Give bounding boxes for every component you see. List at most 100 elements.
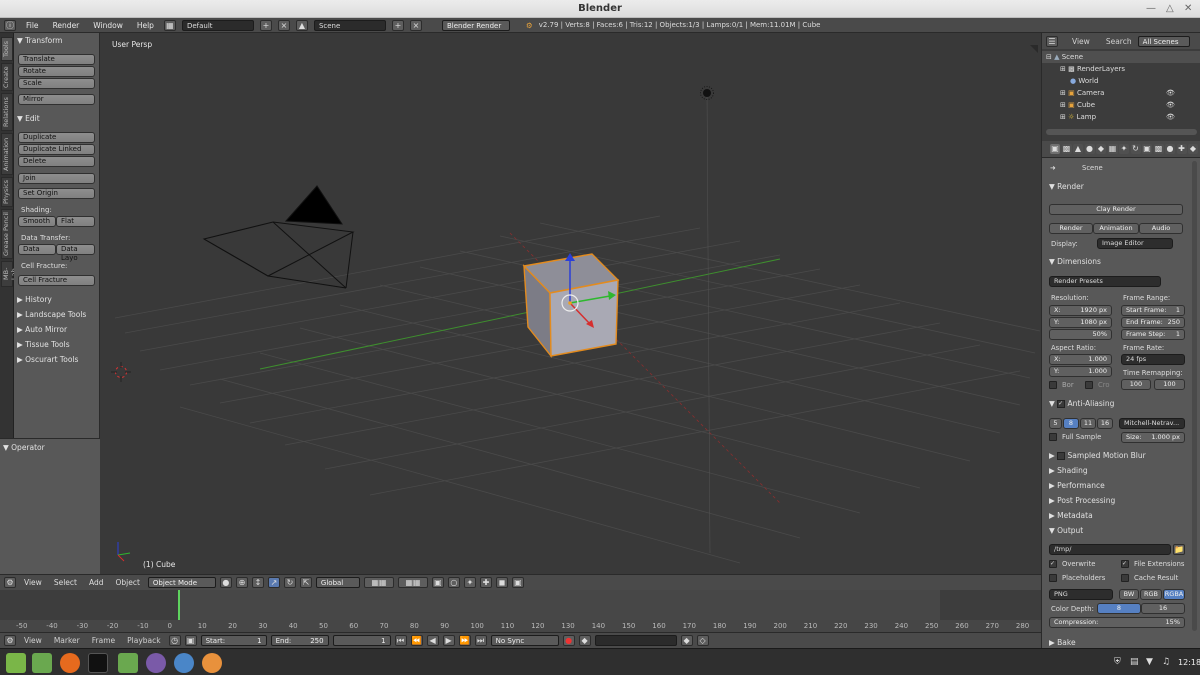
- panel-history[interactable]: ▶ History: [17, 295, 52, 304]
- timeline-menu-playback[interactable]: Playback: [123, 636, 164, 645]
- prev-key-icon[interactable]: ⏪: [410, 635, 423, 646]
- 3d-cursor[interactable]: [111, 362, 131, 382]
- start-frame-prop[interactable]: Start Frame: 1: [1121, 305, 1185, 316]
- cube-visibility-icon[interactable]: 👁: [1166, 99, 1175, 111]
- add-scene-icon[interactable]: +: [391, 19, 404, 31]
- lock-icon[interactable]: ▣: [431, 577, 444, 588]
- clay-render-button[interactable]: Clay Render: [1049, 204, 1183, 215]
- full-sample-checkbox[interactable]: [1049, 433, 1057, 441]
- motion-blur-panel-header[interactable]: ▶ Sampled Motion Blur: [1049, 451, 1146, 460]
- properties-scrollbar[interactable]: [1192, 161, 1197, 631]
- props-tab-data-icon[interactable]: ↻: [1130, 144, 1141, 154]
- flat-button[interactable]: Flat: [56, 216, 95, 227]
- volume-icon[interactable]: ♫: [1162, 657, 1170, 667]
- frame-step-prop[interactable]: Frame Step: 1: [1121, 329, 1185, 340]
- outliner-view[interactable]: View: [1072, 37, 1090, 46]
- editor-timeline-icon[interactable]: ⚙: [4, 635, 16, 646]
- tab-create[interactable]: Create: [1, 63, 13, 91]
- context-pin-icon[interactable]: ➜: [1050, 164, 1056, 172]
- compression-slider[interactable]: Compression: 15%: [1049, 617, 1185, 628]
- outliner-search[interactable]: Search: [1106, 37, 1132, 46]
- render-presets-select[interactable]: Render Presets: [1049, 276, 1161, 287]
- shading-mode-icon[interactable]: ●: [219, 577, 232, 588]
- props-tab-texture-icon[interactable]: ▩: [1153, 144, 1164, 154]
- file-extensions-checkbox[interactable]: ✓: [1121, 560, 1129, 568]
- operator-header[interactable]: ▼ Operator: [3, 443, 45, 452]
- files-icon[interactable]: [32, 653, 52, 673]
- jump-start-icon[interactable]: ⏮: [394, 635, 407, 646]
- scale-button[interactable]: Scale: [18, 78, 95, 89]
- render-panel-header[interactable]: ▼ Render: [1049, 182, 1084, 191]
- remove-layout-icon[interactable]: ×: [277, 19, 290, 31]
- crop-checkbox[interactable]: [1085, 381, 1093, 389]
- render-engine-select[interactable]: Blender Render: [441, 19, 510, 31]
- aspect-x-field[interactable]: X: 1.000: [1049, 354, 1112, 365]
- render-button[interactable]: Render: [1049, 223, 1093, 234]
- props-tab-render-layers-icon[interactable]: ▩: [1061, 144, 1072, 154]
- panel-oscurart-tools[interactable]: ▶ Oscurart Tools: [17, 355, 78, 364]
- props-tab-constraints-icon[interactable]: ▦: [1107, 144, 1118, 154]
- maximize-icon[interactable]: △: [1166, 3, 1174, 14]
- folder-taskbar-icon[interactable]: [118, 653, 138, 673]
- res-y-field[interactable]: Y: 1080 px: [1049, 317, 1112, 328]
- camera-visibility-icon[interactable]: 👁: [1166, 87, 1175, 99]
- play-reverse-icon[interactable]: ◀: [426, 635, 439, 646]
- rgba-button[interactable]: RGBA: [1163, 589, 1185, 600]
- menu-object[interactable]: Object: [111, 578, 143, 587]
- rotate-manip-icon[interactable]: ↻: [283, 577, 296, 588]
- obs-icon[interactable]: [146, 653, 166, 673]
- current-frame-marker[interactable]: [178, 590, 180, 622]
- remap-new-field[interactable]: 100: [1154, 379, 1185, 390]
- panel-edit[interactable]: ▼ Edit: [17, 114, 40, 123]
- sync-select[interactable]: No Sync: [490, 635, 559, 646]
- scale-manip-icon[interactable]: ⇱: [299, 577, 312, 588]
- current-frame-field[interactable]: 1: [332, 635, 391, 646]
- timeline-menu-marker[interactable]: Marker: [50, 636, 84, 645]
- outliner-renderlayers[interactable]: ⊞ ▩ RenderLayers: [1042, 63, 1200, 75]
- manipulator-icon[interactable]: ↕: [251, 577, 264, 588]
- translate-manip-icon[interactable]: ↗: [267, 577, 280, 588]
- res-x-field[interactable]: X: 1920 px: [1049, 305, 1112, 316]
- props-tab-modifiers-icon[interactable]: ✦: [1119, 144, 1129, 154]
- outliner-camera[interactable]: ⊞ ▣ Camera 👁: [1042, 87, 1200, 99]
- outliner-cube[interactable]: ⊞ ▣ Cube 👁: [1042, 99, 1200, 111]
- outliner-scene[interactable]: ⊟ ▲ Scene: [1042, 51, 1200, 63]
- fps-select[interactable]: 24 fps: [1121, 354, 1185, 365]
- range-lock-icon[interactable]: ▣: [184, 635, 197, 646]
- camera-render-icon[interactable]: ▣: [511, 577, 524, 588]
- tab-mb-lab[interactable]: MB-Lab: [1, 261, 18, 287]
- preview-range-icon[interactable]: ◷: [168, 635, 181, 646]
- aa-11[interactable]: 11: [1080, 418, 1096, 429]
- rgb-button[interactable]: RGB: [1140, 589, 1162, 600]
- editor-3d-icon[interactable]: ⚙: [4, 577, 16, 588]
- end-frame-prop[interactable]: End Frame: 250: [1121, 317, 1185, 328]
- join-button[interactable]: Join: [18, 173, 95, 184]
- minimize-icon[interactable]: —: [1146, 3, 1156, 14]
- duplicate-button[interactable]: Duplicate: [18, 132, 95, 143]
- panel-transform[interactable]: ▼ Transform: [17, 36, 62, 45]
- panel-landscape-tools[interactable]: ▶ Landscape Tools: [17, 310, 86, 319]
- file-format-select[interactable]: PNG: [1049, 589, 1113, 600]
- performance-panel-header[interactable]: ▶ Performance: [1049, 481, 1105, 490]
- firefox-icon[interactable]: [60, 653, 80, 673]
- props-tab-material-icon[interactable]: ▣: [1142, 144, 1152, 154]
- outliner-lamp[interactable]: ⊞ ☼ Lamp 👁: [1042, 111, 1200, 123]
- delete-key-icon[interactable]: ◇: [696, 635, 709, 646]
- layers-grid-a[interactable]: ▦▦: [363, 577, 394, 588]
- close-icon[interactable]: ✕: [1184, 3, 1192, 14]
- mint-menu-icon[interactable]: [6, 653, 26, 673]
- insert-key-icon[interactable]: ◆: [680, 635, 693, 646]
- bw-button[interactable]: BW: [1119, 589, 1139, 600]
- mode-select[interactable]: Object Mode: [147, 577, 216, 588]
- shading-panel-header[interactable]: ▶ Shading: [1049, 466, 1088, 475]
- tab-physics[interactable]: Physics: [1, 177, 13, 207]
- output-path-field[interactable]: /tmp/: [1049, 544, 1171, 555]
- network-icon[interactable]: ▤: [1130, 657, 1139, 667]
- audio-button[interactable]: Audio: [1139, 223, 1183, 234]
- props-tab-misc-icon[interactable]: ◆: [1188, 144, 1198, 154]
- tab-animation[interactable]: Animation: [1, 133, 13, 175]
- res-percent-field[interactable]: 50%: [1049, 329, 1112, 340]
- keying-icon[interactable]: ◆: [578, 635, 591, 646]
- snap-icon[interactable]: ✦: [463, 577, 476, 588]
- proportional-icon[interactable]: ○: [447, 577, 460, 588]
